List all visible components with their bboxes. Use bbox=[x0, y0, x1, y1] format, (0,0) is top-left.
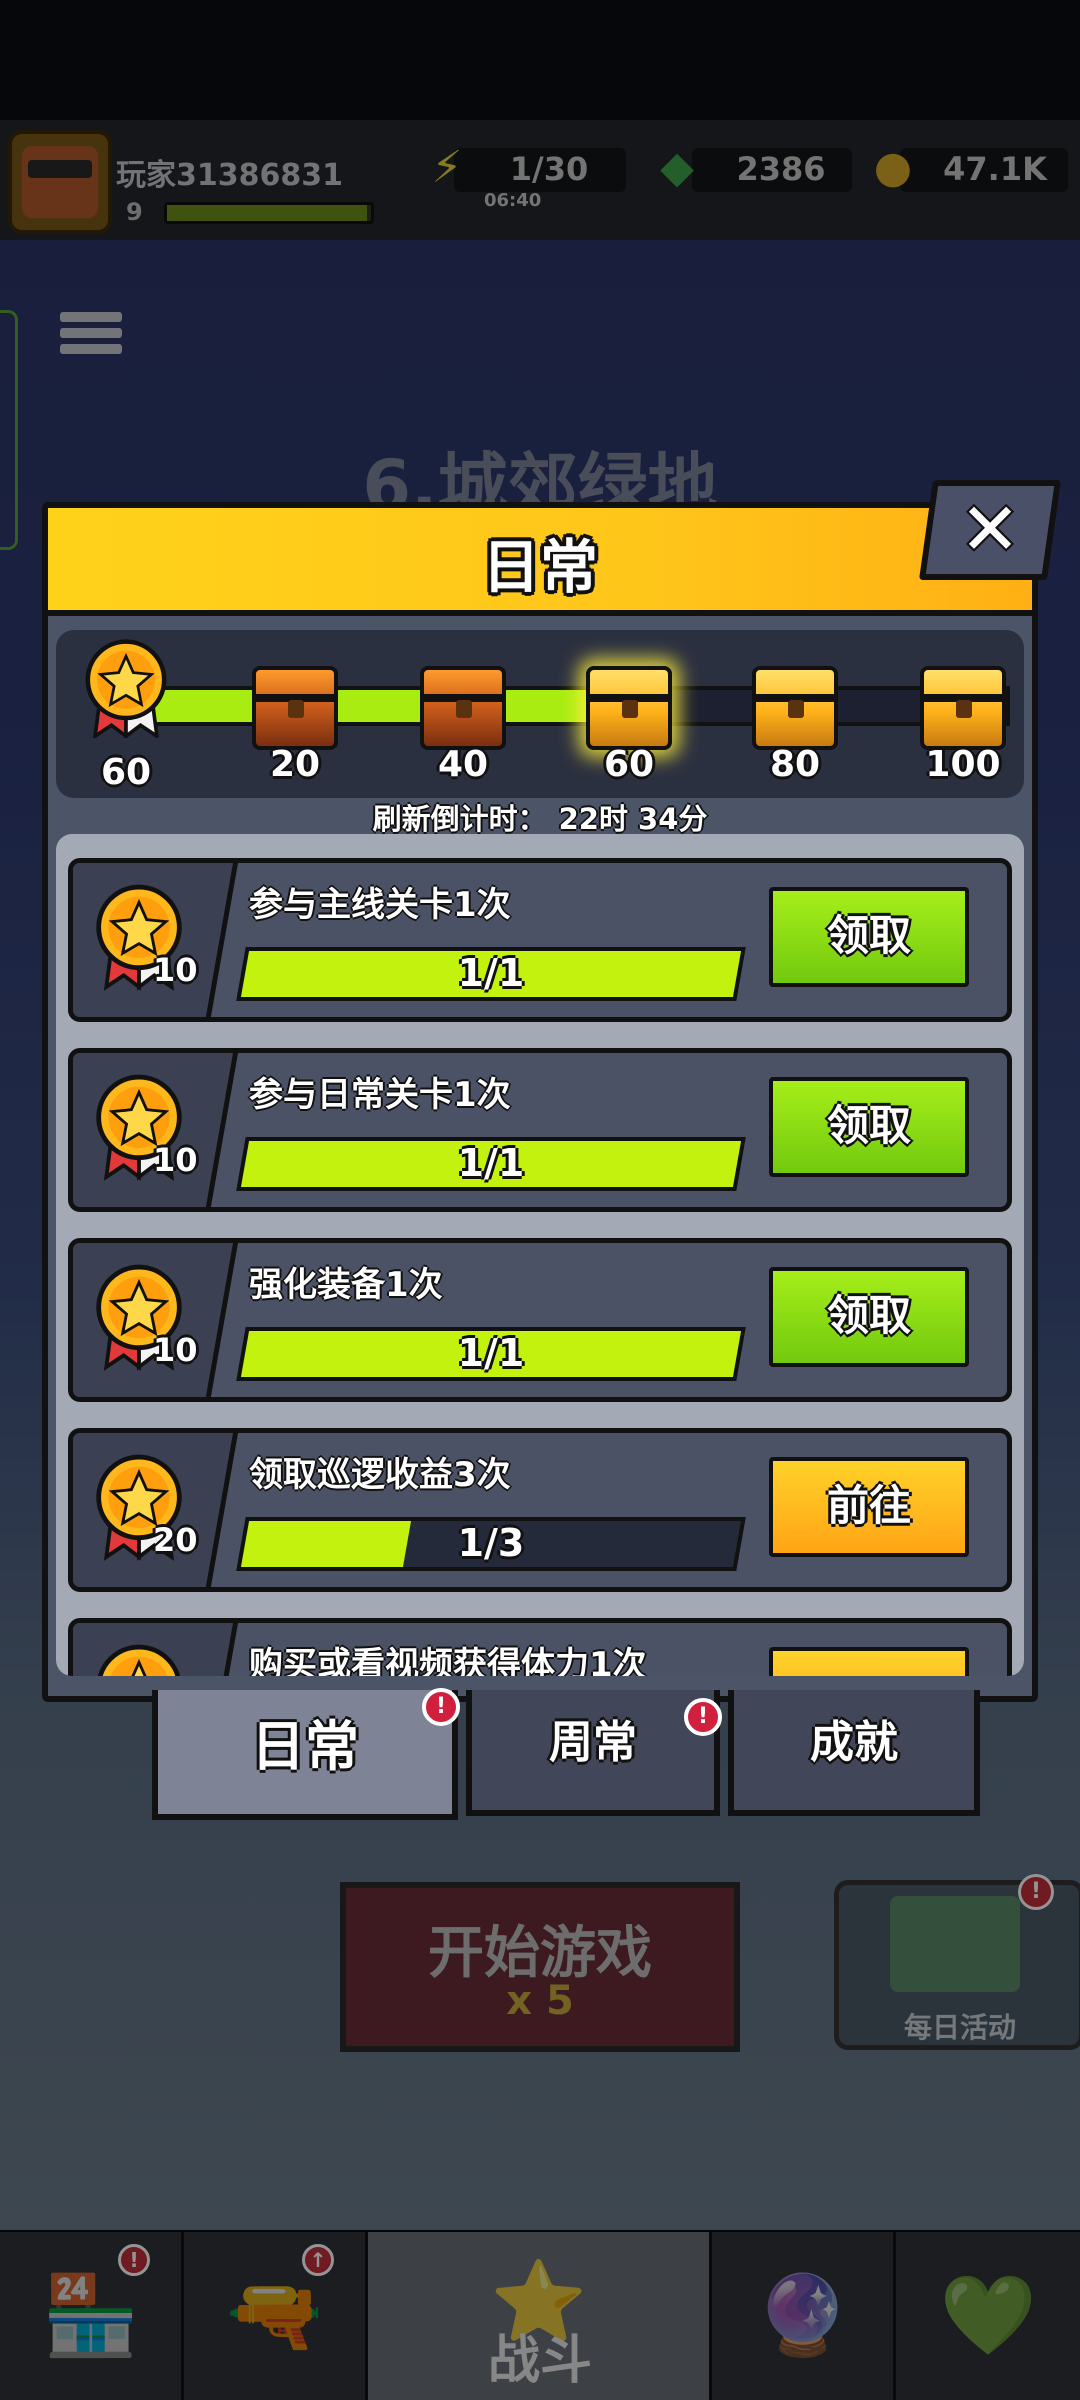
task-list[interactable]: 10 参与主线关卡1次 1/1 领取 10 参与日常关卡1次 1/1 领取 10 强化装备1次 1/… bbox=[56, 834, 1024, 1676]
task-card: 10 强化装备1次 1/1 领取 bbox=[68, 1238, 1012, 1402]
tab-daily-badge: ! bbox=[422, 1688, 460, 1726]
claim-button[interactable]: 领取 bbox=[769, 1267, 969, 1367]
task-title: 强化装备1次 bbox=[249, 1265, 443, 1305]
current-points: 60 bbox=[100, 752, 152, 793]
tab-daily-label: 日常 bbox=[251, 1715, 359, 1778]
reward-chest-label: 40 bbox=[437, 744, 489, 785]
go-button[interactable] bbox=[769, 1647, 969, 1676]
task-progress-text: 1/3 bbox=[457, 1521, 525, 1565]
task-title: 参与日常关卡1次 bbox=[249, 1075, 511, 1115]
task-points: 20 bbox=[153, 1521, 198, 1559]
task-card: 10 参与主线关卡1次 1/1 领取 bbox=[68, 858, 1012, 1022]
reward-chest-label: 100 bbox=[925, 744, 1001, 785]
tab-achievements[interactable]: 成就 bbox=[728, 1690, 980, 1816]
refresh-countdown: 刷新倒计时： 22时 34分 bbox=[48, 796, 1032, 838]
refresh-label: 刷新倒计时： bbox=[372, 802, 547, 836]
claim-button[interactable]: 领取 bbox=[769, 887, 969, 987]
tab-weekly-label: 周常 bbox=[549, 1717, 637, 1768]
task-card: 购买或看视频获得体力1次 bbox=[68, 1618, 1012, 1676]
star-medal-icon bbox=[85, 639, 167, 738]
reward-chest-0[interactable] bbox=[252, 666, 338, 750]
reward-chest-3[interactable] bbox=[752, 666, 838, 750]
close-icon[interactable]: ✕ bbox=[926, 484, 1054, 574]
claim-button[interactable]: 领取 bbox=[769, 1077, 969, 1177]
tab-achievements-label: 成就 bbox=[810, 1717, 898, 1768]
star-medal-icon bbox=[97, 1644, 181, 1676]
tab-weekly-badge: ! bbox=[684, 1698, 722, 1736]
task-title: 购买或看视频获得体力1次 bbox=[249, 1645, 647, 1676]
reward-chest-2[interactable] bbox=[586, 666, 672, 750]
task-card: 10 参与日常关卡1次 1/1 领取 bbox=[68, 1048, 1012, 1212]
task-progress-text: 1/1 bbox=[457, 1141, 525, 1185]
reward-chest-label: 20 bbox=[269, 744, 321, 785]
reward-chest-4[interactable] bbox=[920, 666, 1006, 750]
task-title: 领取巡逻收益3次 bbox=[249, 1455, 511, 1495]
reward-chest-1[interactable] bbox=[420, 666, 506, 750]
reward-chest-label: 60 bbox=[603, 744, 655, 785]
refresh-value: 22时 34分 bbox=[558, 802, 708, 836]
go-button[interactable]: 前往 bbox=[769, 1457, 969, 1557]
reward-track-fill bbox=[154, 690, 623, 722]
task-progress-text: 1/1 bbox=[457, 1331, 525, 1375]
task-title: 参与主线关卡1次 bbox=[249, 885, 511, 925]
task-points: 10 bbox=[153, 1331, 198, 1369]
modal-title: 日常 bbox=[481, 533, 598, 601]
tab-daily[interactable]: 日常 bbox=[152, 1690, 458, 1820]
task-card: 20 领取巡逻收益3次 1/3 前往 bbox=[68, 1428, 1012, 1592]
task-progress-text: 1/1 bbox=[457, 951, 525, 995]
task-points: 10 bbox=[153, 951, 198, 989]
reward-chest-label: 80 bbox=[769, 744, 821, 785]
task-points: 10 bbox=[153, 1141, 198, 1179]
tab-weekly[interactable]: 周常 bbox=[466, 1690, 720, 1816]
